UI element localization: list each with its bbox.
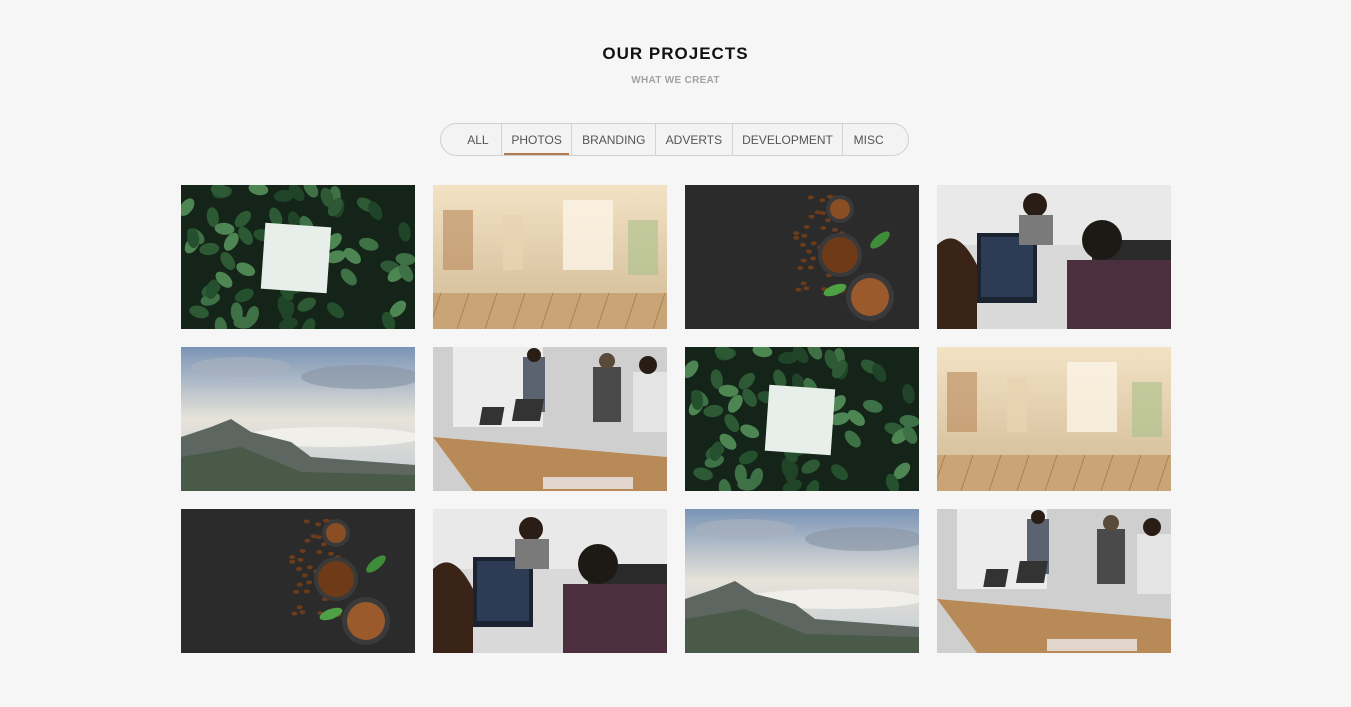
filter-branding[interactable]: BRANDING [572, 124, 657, 155]
gallery-item[interactable] [433, 347, 667, 491]
gallery-photo [937, 509, 1171, 653]
gallery-item[interactable] [181, 347, 415, 491]
gallery-photo [685, 347, 919, 491]
gallery-photo [685, 509, 919, 653]
gallery-photo [937, 347, 1171, 491]
gallery-photo [685, 185, 919, 329]
gallery-photo [433, 185, 667, 329]
gallery-photo [181, 185, 415, 329]
gallery-photo [181, 347, 415, 491]
gallery-item[interactable] [685, 185, 919, 329]
gallery-item[interactable] [181, 509, 415, 653]
project-gallery [181, 185, 1171, 653]
gallery-item[interactable] [433, 509, 667, 653]
gallery-item[interactable] [685, 509, 919, 653]
portfolio-filter-bar: ALL PHOTOS BRANDING ADVERTS DEVELOPMENT … [440, 123, 909, 156]
gallery-item[interactable] [181, 185, 415, 329]
gallery-photo [433, 347, 667, 491]
filter-development[interactable]: DEVELOPMENT [733, 124, 844, 155]
filter-misc[interactable]: MISC [843, 124, 908, 155]
gallery-item[interactable] [937, 347, 1171, 491]
gallery-item[interactable] [433, 185, 667, 329]
filter-adverts[interactable]: ADVERTS [656, 124, 733, 155]
gallery-photo [937, 185, 1171, 329]
gallery-item[interactable] [937, 185, 1171, 329]
section-title: OUR PROJECTS [602, 44, 749, 63]
section-subtitle: WHAT WE CREAT [631, 75, 720, 86]
filter-photos[interactable]: PHOTOS [502, 124, 573, 155]
gallery-item[interactable] [685, 347, 919, 491]
gallery-photo [181, 509, 415, 653]
filter-all[interactable]: ALL [441, 124, 502, 155]
gallery-item[interactable] [937, 509, 1171, 653]
gallery-photo [433, 509, 667, 653]
